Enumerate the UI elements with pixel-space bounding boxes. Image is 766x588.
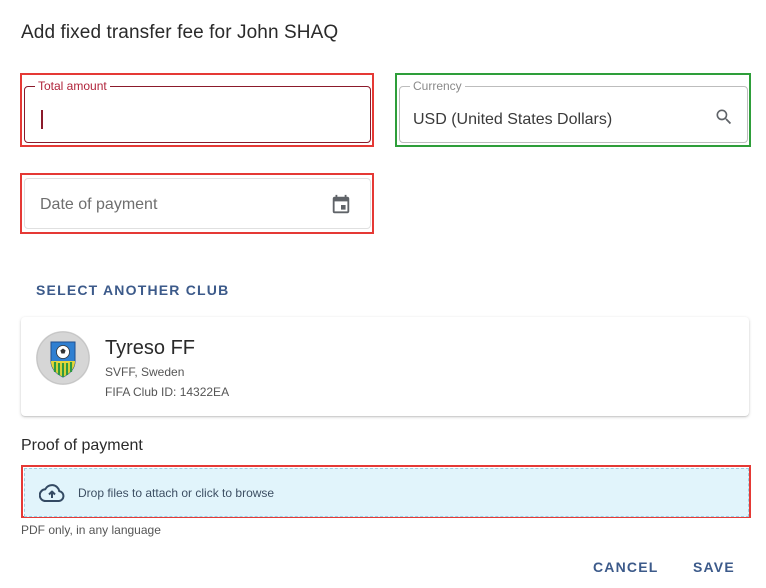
save-button[interactable]: SAVE: [693, 559, 735, 575]
date-of-payment-field[interactable]: Date of payment: [24, 178, 371, 229]
calendar-icon[interactable]: [330, 194, 352, 221]
dialog: Add fixed transfer fee for John SHAQ Tot…: [0, 0, 766, 588]
club-association: SVFF, Sweden: [105, 365, 185, 379]
club-card: Tyreso FF SVFF, Sweden FIFA Club ID: 143…: [21, 317, 749, 416]
file-dropzone[interactable]: Drop files to attach or click to browse: [24, 468, 749, 517]
select-another-club-button[interactable]: SELECT ANOTHER CLUB: [36, 282, 229, 298]
dialog-title: Add fixed transfer fee for John SHAQ: [21, 22, 339, 43]
currency-field[interactable]: Currency USD (United States Dollars): [399, 79, 748, 143]
proof-of-payment-label: Proof of payment: [21, 437, 143, 454]
currency-label: Currency: [410, 79, 465, 93]
club-crest-icon: [36, 331, 90, 385]
cancel-button[interactable]: CANCEL: [593, 559, 659, 575]
dropzone-text: Drop files to attach or click to browse: [78, 486, 275, 500]
text-caret: [41, 110, 43, 129]
cloud-upload-icon: [38, 483, 65, 508]
currency-value[interactable]: USD (United States Dollars): [413, 111, 612, 129]
total-amount-field[interactable]: Total amount: [24, 79, 371, 143]
file-hint: PDF only, in any language: [21, 523, 161, 537]
date-of-payment-placeholder[interactable]: Date of payment: [40, 196, 157, 214]
total-amount-label: Total amount: [35, 79, 110, 93]
club-fifa-id: FIFA Club ID: 14322EA: [105, 385, 230, 399]
search-icon[interactable]: [714, 107, 734, 132]
club-name: Tyreso FF: [105, 337, 196, 359]
